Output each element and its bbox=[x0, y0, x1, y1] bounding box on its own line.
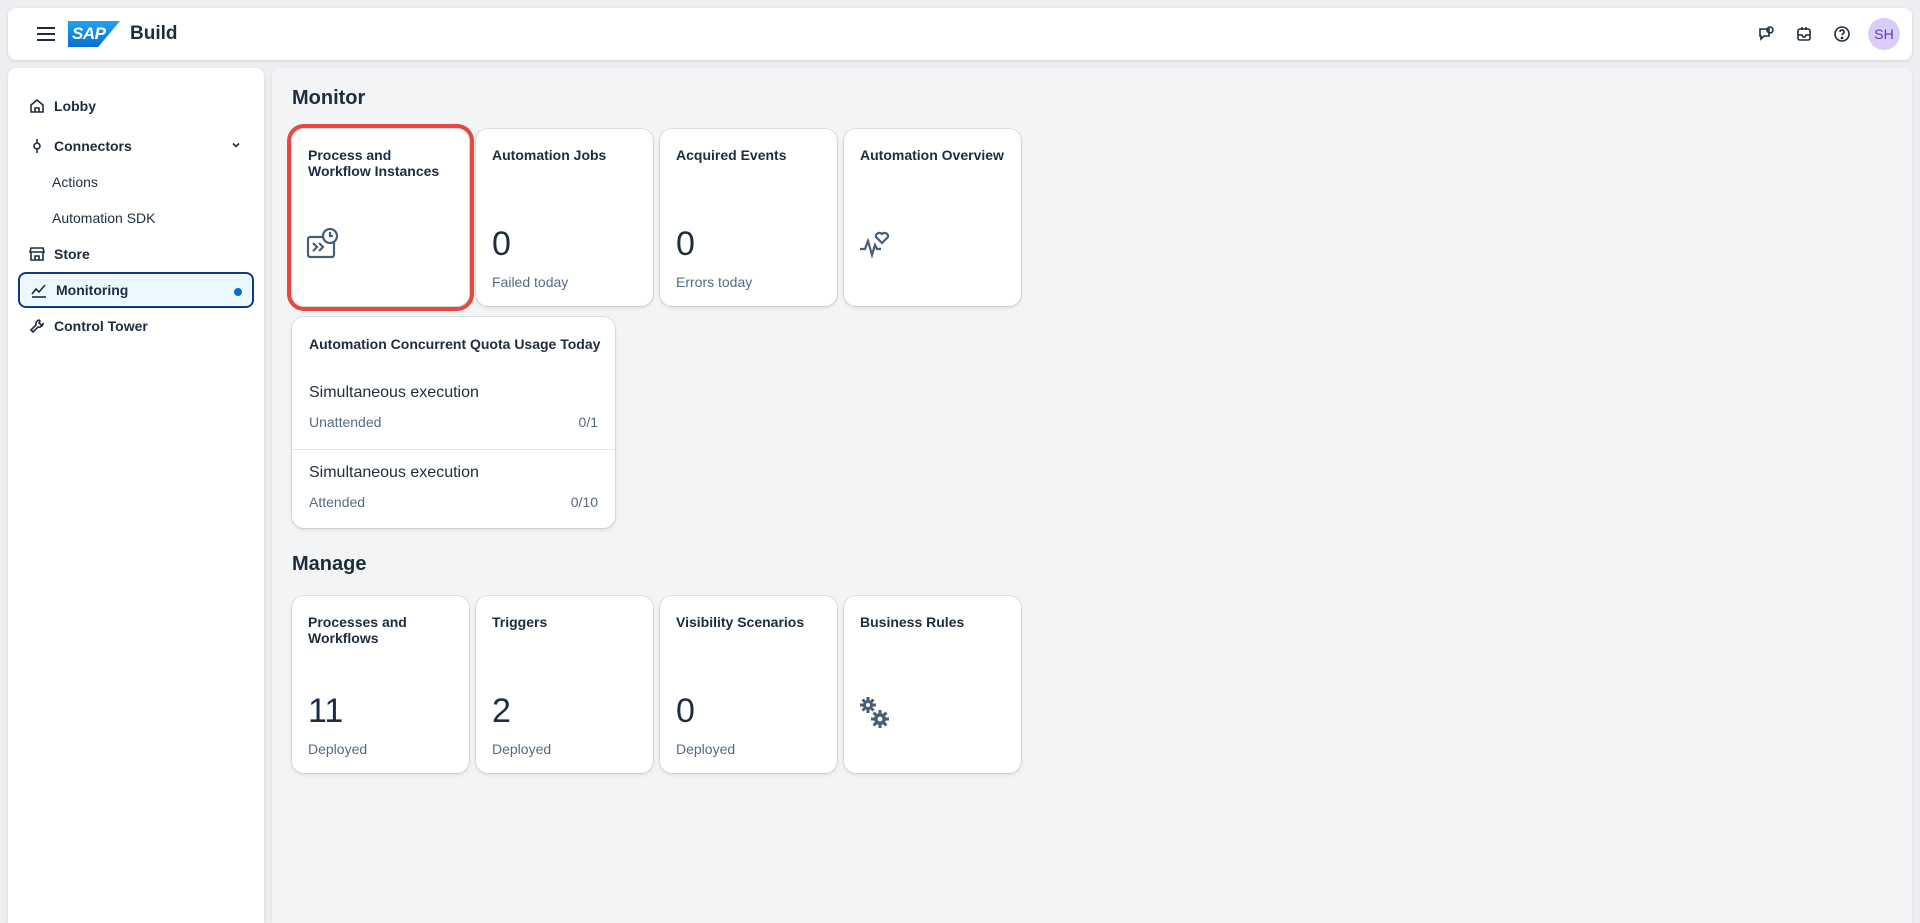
quota-row-value: 0/1 bbox=[578, 414, 598, 430]
tile-value: 11 bbox=[308, 692, 344, 730]
notifications-inbox-icon[interactable] bbox=[1788, 18, 1820, 50]
tile-automation-overview[interactable]: Automation Overview bbox=[844, 129, 1021, 306]
sidebar-item-label: Actions bbox=[52, 174, 98, 190]
chevron-down-icon[interactable] bbox=[230, 138, 242, 154]
tile-title: Visibility Scenarios bbox=[676, 614, 805, 630]
quota-row-type: Unattended bbox=[309, 414, 382, 430]
process-instances-icon bbox=[306, 227, 340, 261]
connector-icon bbox=[28, 137, 46, 155]
tile-title: Triggers bbox=[492, 614, 548, 630]
store-icon bbox=[28, 245, 46, 263]
main-content: Monitor Process and Workflow Instances A… bbox=[272, 68, 1912, 923]
sidebar-item-actions[interactable]: Actions bbox=[18, 164, 254, 200]
sidebar-item-label: Connectors bbox=[54, 138, 132, 154]
quota-row-value: 0/10 bbox=[570, 494, 598, 510]
sidebar-item-label: Control Tower bbox=[54, 318, 148, 334]
sap-logo[interactable]: SAP bbox=[68, 21, 120, 47]
tile-acquired-events[interactable]: Acquired Events 0 Errors today bbox=[660, 129, 837, 306]
tile-value: 0 bbox=[492, 225, 511, 263]
tile-triggers[interactable]: Triggers 2 Deployed bbox=[476, 596, 653, 773]
tile-title: Business Rules bbox=[860, 614, 965, 630]
quota-row-name: Simultaneous execution bbox=[309, 464, 479, 481]
quota-usage-card[interactable]: Automation Concurrent Quota Usage Today … bbox=[292, 317, 615, 528]
tile-title: Automation Jobs bbox=[492, 147, 607, 163]
tile-footer: Deployed bbox=[492, 741, 552, 757]
tile-processes-and-workflows[interactable]: Processes and Workflows 11 Deployed bbox=[292, 596, 469, 773]
monitoring-icon bbox=[30, 281, 48, 299]
sidebar-item-store[interactable]: Store bbox=[18, 236, 254, 272]
user-avatar[interactable]: SH bbox=[1868, 18, 1900, 50]
tile-footer: Deployed bbox=[308, 741, 368, 757]
sidebar-item-label: Lobby bbox=[54, 98, 96, 114]
tile-footer: Errors today bbox=[676, 274, 753, 290]
side-navigation: Lobby Connectors Actions Automation SDK … bbox=[8, 68, 264, 923]
product-name[interactable]: Build bbox=[130, 23, 178, 45]
tile-visibility-scenarios[interactable]: Visibility Scenarios 0 Deployed bbox=[660, 596, 837, 773]
quota-row-unattended: Simultaneous execution Unattended 0/1 bbox=[292, 384, 615, 464]
tile-process-workflow-instances[interactable]: Process and Workflow Instances bbox=[287, 124, 474, 311]
sidebar-item-lobby[interactable]: Lobby bbox=[18, 88, 254, 124]
tile-value: 0 bbox=[676, 225, 695, 263]
quota-row-type: Attended bbox=[309, 494, 366, 510]
tile-business-rules[interactable]: Business Rules bbox=[844, 596, 1021, 773]
shell-bar: SAP Build SH bbox=[8, 8, 1912, 60]
tile-title: Automation Overview bbox=[860, 147, 1004, 163]
sidebar-item-automation-sdk[interactable]: Automation SDK bbox=[18, 200, 254, 236]
menu-icon[interactable] bbox=[28, 16, 64, 52]
sidebar-item-monitoring[interactable]: Monitoring bbox=[18, 272, 254, 308]
home-icon bbox=[28, 97, 46, 115]
tile-title: Process and Workflow Instances bbox=[308, 147, 440, 179]
tile-title: Acquired Events bbox=[676, 147, 787, 163]
sidebar-item-connectors[interactable]: Connectors bbox=[18, 128, 254, 164]
divider bbox=[292, 449, 615, 450]
gears-icon bbox=[858, 696, 892, 730]
tile-value: 2 bbox=[492, 692, 511, 730]
section-title-monitor: Monitor bbox=[292, 87, 366, 109]
heart-pulse-icon bbox=[858, 227, 892, 261]
quota-row-attended: Simultaneous execution Attended 0/10 bbox=[292, 464, 615, 544]
tile-value: 0 bbox=[676, 692, 695, 730]
tile-title: Processes and Workflows bbox=[308, 614, 407, 646]
sidebar-item-control-tower[interactable]: Control Tower bbox=[18, 308, 254, 344]
joule-assistant-icon[interactable] bbox=[1750, 18, 1782, 50]
wrench-icon bbox=[28, 317, 46, 335]
shell-actions: SH bbox=[1750, 18, 1900, 50]
sidebar-item-label: Automation SDK bbox=[52, 210, 156, 226]
sap-logo-text: SAP bbox=[68, 21, 120, 47]
sidebar-item-label: Monitoring bbox=[56, 282, 129, 298]
tile-footer: Failed today bbox=[492, 274, 569, 290]
quota-card-title: Automation Concurrent Quota Usage Today bbox=[309, 336, 601, 352]
sidebar-item-label: Store bbox=[54, 246, 90, 262]
quota-row-name: Simultaneous execution bbox=[309, 384, 479, 401]
help-icon[interactable] bbox=[1826, 18, 1858, 50]
tile-footer: Deployed bbox=[676, 741, 736, 757]
tile-automation-jobs[interactable]: Automation Jobs 0 Failed today bbox=[476, 129, 653, 306]
selected-indicator-dot bbox=[234, 288, 242, 296]
section-title-manage: Manage bbox=[292, 553, 367, 575]
